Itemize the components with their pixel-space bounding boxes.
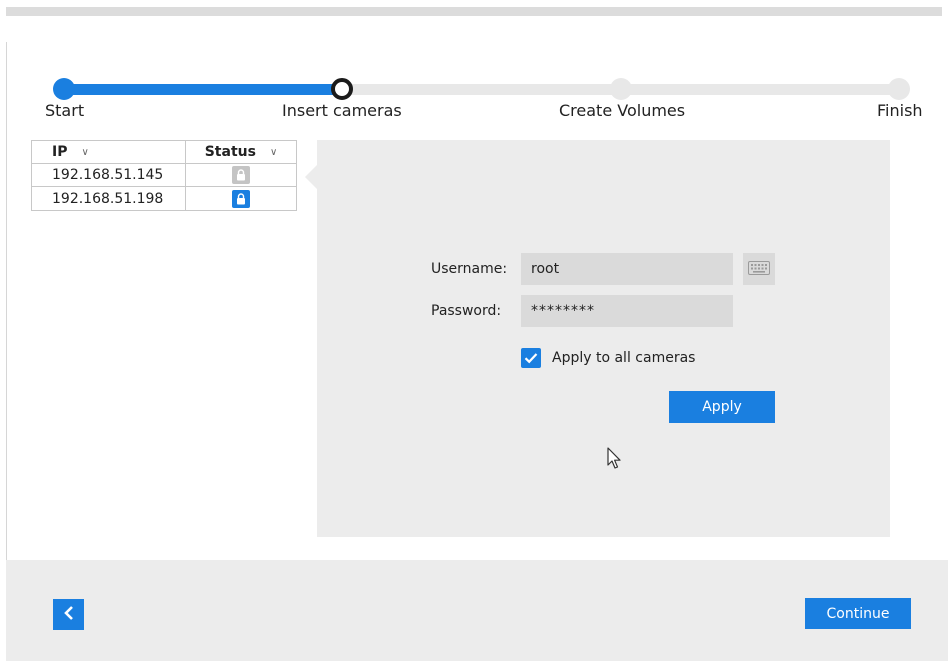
apply-button[interactable]: Apply <box>669 391 775 423</box>
password-field[interactable]: ******** <box>521 295 733 327</box>
username-field[interactable]: root <box>521 253 733 285</box>
camera-ip: 192.168.51.198 <box>32 187 186 210</box>
table-row[interactable]: 192.168.51.198 <box>32 187 296 210</box>
camera-status <box>186 164 296 186</box>
column-header-status[interactable]: Status ∨ <box>186 141 296 163</box>
continue-button[interactable]: Continue <box>805 598 911 629</box>
table-row[interactable]: 192.168.51.145 <box>32 164 296 187</box>
chevron-left-icon <box>63 605 75 625</box>
chevron-down-icon: ∨ <box>81 146 89 158</box>
back-button[interactable] <box>53 599 84 630</box>
column-header-ip-label: IP <box>52 144 68 160</box>
step-finish-dot <box>888 78 910 100</box>
apply-all-label[interactable]: Apply to all cameras <box>552 350 695 366</box>
password-label: Password: <box>431 303 502 319</box>
wizard-stepper: Start Insert cameras Create Volumes Fini… <box>0 0 948 130</box>
keyboard-button[interactable] <box>743 253 775 285</box>
camera-table: IP ∨ Status ∨ 192.168.51.145 192.168.51.… <box>31 140 297 211</box>
step-create-volumes-dot <box>610 78 632 100</box>
keyboard-icon <box>748 259 770 279</box>
stepper-progress <box>58 84 343 95</box>
credentials-panel <box>317 140 890 537</box>
username-label: Username: <box>431 261 508 277</box>
panel-pointer <box>305 165 317 189</box>
table-header: IP ∨ Status ∨ <box>32 141 296 164</box>
camera-status <box>186 187 296 210</box>
column-header-ip[interactable]: IP ∨ <box>32 141 186 163</box>
step-start-dot <box>53 78 75 100</box>
checkmark-icon <box>524 349 538 368</box>
step-label-finish: Finish <box>877 101 923 120</box>
column-header-status-label: Status <box>204 144 256 160</box>
step-label-start: Start <box>45 101 85 120</box>
chevron-down-icon: ∨ <box>269 146 278 158</box>
camera-ip: 192.168.51.145 <box>32 164 186 186</box>
mouse-cursor-icon <box>607 447 623 475</box>
lock-icon <box>232 189 250 208</box>
step-insert-cameras-dot <box>331 78 353 100</box>
step-label-create-volumes: Create Volumes <box>559 101 686 120</box>
step-label-insert-cameras: Insert cameras <box>282 101 402 120</box>
lock-icon <box>232 166 250 184</box>
apply-all-checkbox[interactable] <box>521 348 541 368</box>
